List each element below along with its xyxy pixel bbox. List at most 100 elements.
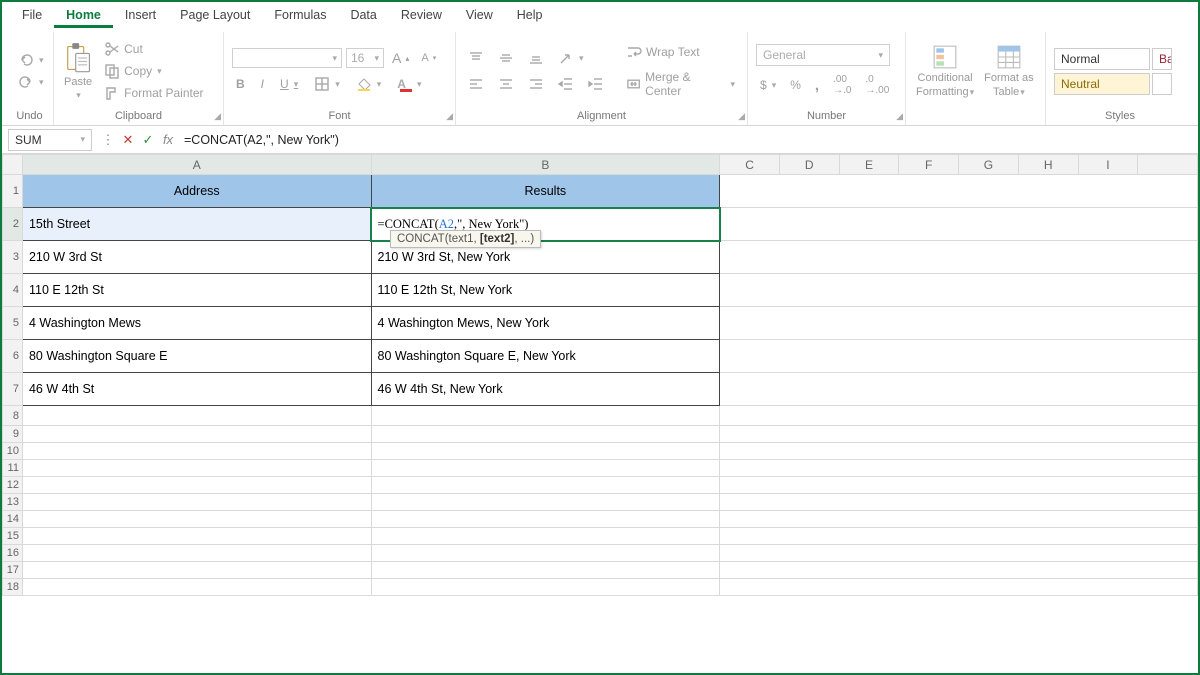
row-header-18[interactable]: 18	[3, 579, 23, 596]
cell-A1[interactable]: Address	[22, 175, 371, 208]
col-header-E[interactable]: E	[839, 155, 899, 175]
col-header-B[interactable]: B	[371, 155, 720, 175]
cell-B7[interactable]: 46 W 4th St, New York	[371, 373, 720, 406]
align-middle-button[interactable]	[494, 48, 518, 68]
row-header-15[interactable]: 15	[3, 528, 23, 545]
menu-review[interactable]: Review	[389, 4, 454, 28]
row-header-13[interactable]: 13	[3, 494, 23, 511]
col-header-I[interactable]: I	[1078, 155, 1138, 175]
align-right-button[interactable]	[524, 74, 548, 94]
row-header-12[interactable]: 12	[3, 477, 23, 494]
cell-style-bad[interactable]: Ba	[1152, 48, 1172, 70]
row-header-8[interactable]: 8	[3, 406, 23, 426]
row-header-4[interactable]: 4	[3, 274, 23, 307]
cell-B6[interactable]: 80 Washington Square E, New York	[371, 340, 720, 373]
decrease-decimal-button[interactable]: .0→.00	[861, 72, 893, 98]
orientation-button[interactable]: ▾	[554, 48, 588, 68]
col-header-blank[interactable]	[1138, 155, 1198, 175]
align-top-button[interactable]	[464, 48, 488, 68]
cell-B4[interactable]: 110 E 12th St, New York	[371, 274, 720, 307]
worksheet-grid[interactable]: A B C D E F G H I 1 Address Results 2 15…	[2, 154, 1198, 673]
cell-A4[interactable]: 110 E 12th St	[22, 274, 371, 307]
row-header-10[interactable]: 10	[3, 443, 23, 460]
merge-center-button[interactable]: Merge & Center▾	[622, 68, 739, 100]
accounting-format-button[interactable]: $▾	[756, 76, 780, 94]
format-painter-button[interactable]: Format Painter	[100, 83, 207, 103]
cell-style-more[interactable]	[1152, 73, 1172, 95]
font-size-combo[interactable]: 16▾	[346, 48, 384, 68]
copy-button[interactable]: Copy▾	[100, 61, 207, 81]
conditional-formatting-button[interactable]: ConditionalFormatting▾	[914, 44, 976, 98]
row-header-17[interactable]: 17	[3, 562, 23, 579]
col-header-H[interactable]: H	[1018, 155, 1078, 175]
paste-button[interactable]: Paste▾	[62, 42, 94, 101]
cell-A6[interactable]: 80 Washington Square E	[22, 340, 371, 373]
bold-button[interactable]: B	[232, 75, 249, 93]
fx-button[interactable]: fx	[158, 132, 178, 147]
menu-formulas[interactable]: Formulas	[262, 4, 338, 28]
row-header-9[interactable]: 9	[3, 426, 23, 443]
align-left-button[interactable]	[464, 74, 488, 94]
comma-format-button[interactable]: ,	[811, 75, 823, 96]
decrease-font-button[interactable]: A▾	[417, 50, 440, 66]
formula-input[interactable]: =CONCAT(A2,", New York")	[178, 126, 1198, 153]
align-bottom-button[interactable]	[524, 48, 548, 68]
menu-data[interactable]: Data	[338, 4, 388, 28]
menu-home[interactable]: Home	[54, 4, 113, 28]
row-header-6[interactable]: 6	[3, 340, 23, 373]
name-box[interactable]: SUM▾	[8, 129, 92, 151]
borders-button[interactable]: ▾	[310, 74, 344, 94]
clipboard-launcher[interactable]: ◢	[214, 111, 221, 122]
menu-file[interactable]: File	[10, 4, 54, 28]
cell-A3[interactable]: 210 W 3rd St	[22, 241, 371, 274]
italic-button[interactable]: I	[257, 75, 268, 93]
select-all-corner[interactable]	[3, 155, 23, 175]
row-header-7[interactable]: 7	[3, 373, 23, 406]
accept-formula-button[interactable]: ✓	[138, 132, 158, 148]
menu-page-layout[interactable]: Page Layout	[168, 4, 262, 28]
menu-view[interactable]: View	[454, 4, 505, 28]
align-center-button[interactable]	[494, 74, 518, 94]
increase-font-button[interactable]: A▴	[388, 48, 413, 68]
decrease-indent-button[interactable]	[554, 74, 578, 94]
row-header-2[interactable]: 2	[3, 208, 23, 241]
cell-style-normal[interactable]: Normal	[1054, 48, 1150, 70]
cell-style-neutral[interactable]: Neutral	[1054, 73, 1150, 95]
menu-help[interactable]: Help	[505, 4, 555, 28]
menu-insert[interactable]: Insert	[113, 4, 168, 28]
col-header-F[interactable]: F	[899, 155, 959, 175]
redo-button[interactable]: ▾	[14, 72, 48, 92]
cell-A2[interactable]: 15th Street	[22, 208, 371, 241]
increase-indent-button[interactable]	[584, 74, 608, 94]
cell-B5[interactable]: 4 Washington Mews, New York	[371, 307, 720, 340]
cell-A5[interactable]: 4 Washington Mews	[22, 307, 371, 340]
fill-color-button[interactable]: ▾	[352, 74, 386, 94]
font-color-button[interactable]: A▾	[393, 75, 425, 94]
col-header-D[interactable]: D	[779, 155, 839, 175]
row-header-5[interactable]: 5	[3, 307, 23, 340]
cut-button[interactable]: Cut	[100, 39, 207, 59]
cancel-formula-button[interactable]: ✕	[118, 132, 138, 148]
row-header-14[interactable]: 14	[3, 511, 23, 528]
underline-button[interactable]: U▾	[276, 75, 302, 93]
font-launcher[interactable]: ◢	[446, 111, 453, 122]
row-header-1[interactable]: 1	[3, 175, 23, 208]
col-header-C[interactable]: C	[720, 155, 780, 175]
undo-button[interactable]: ▾	[14, 50, 48, 70]
percent-format-button[interactable]: %	[786, 76, 805, 94]
row-header-11[interactable]: 11	[3, 460, 23, 477]
format-as-table-button[interactable]: Format asTable▾	[982, 44, 1036, 98]
number-launcher[interactable]: ◢	[896, 111, 903, 122]
cell-A7[interactable]: 46 W 4th St	[22, 373, 371, 406]
font-name-combo[interactable]: ▾	[232, 48, 342, 68]
row-header-16[interactable]: 16	[3, 545, 23, 562]
col-header-A[interactable]: A	[22, 155, 371, 175]
increase-decimal-button[interactable]: .00→.0	[829, 72, 855, 98]
col-header-G[interactable]: G	[959, 155, 1019, 175]
wrap-text-button[interactable]: Wrap Text	[622, 42, 739, 62]
formula-dropdown-button[interactable]: ⋮	[98, 132, 118, 148]
alignment-launcher[interactable]: ◢	[738, 111, 745, 122]
cell-B1[interactable]: Results	[371, 175, 720, 208]
number-format-combo[interactable]: General▾	[756, 44, 890, 66]
row-header-3[interactable]: 3	[3, 241, 23, 274]
